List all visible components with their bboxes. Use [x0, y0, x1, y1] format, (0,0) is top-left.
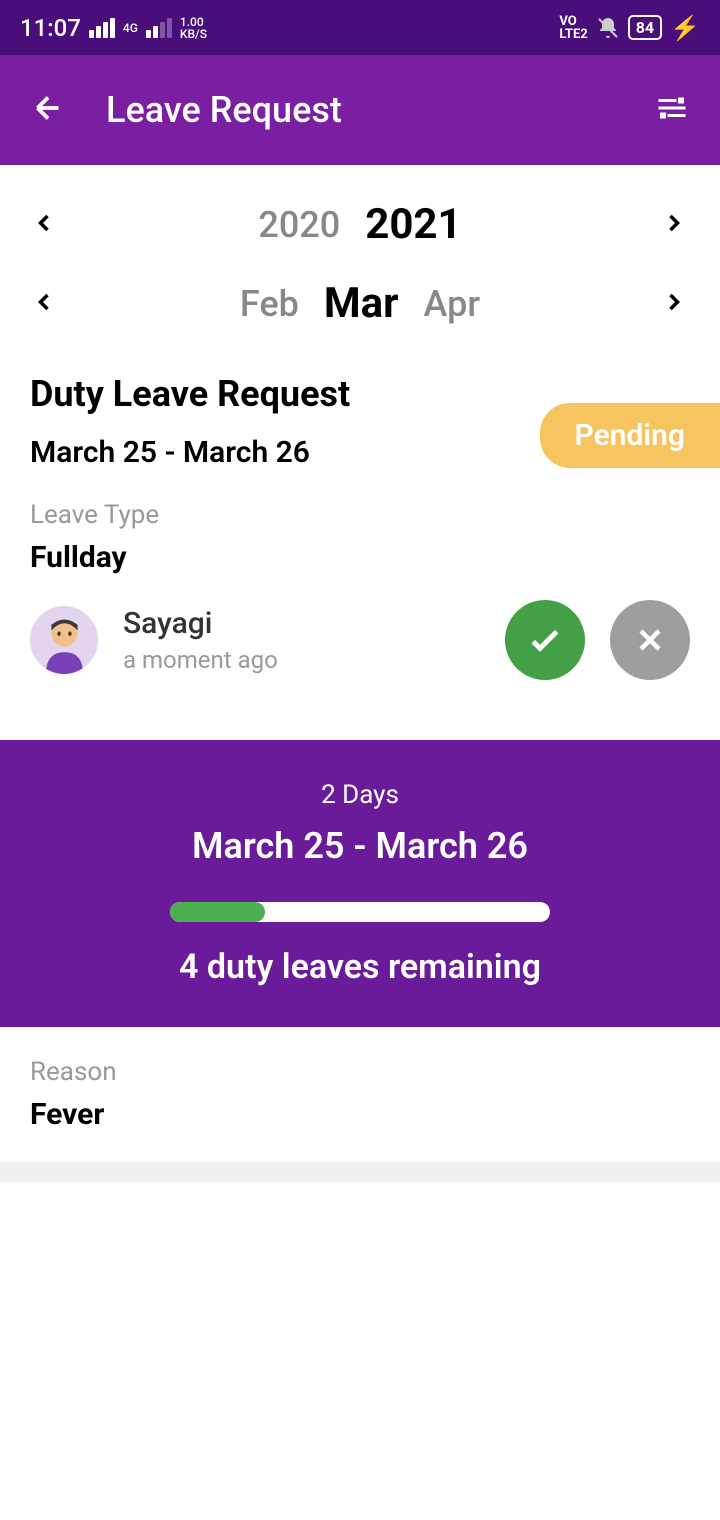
signal-icon-2 [146, 18, 172, 38]
status-bar: 11:07 4G 1.00 KB/S VOLTE2 84 ⚡ [0, 0, 720, 55]
leave-type-label: Leave Type [30, 500, 690, 530]
year-next-button[interactable] [660, 209, 690, 241]
summary-date-range: March 25 - March 26 [30, 825, 690, 867]
divider [0, 1162, 720, 1182]
requester-time: a moment ago [123, 646, 480, 674]
requester-name: Sayagi [123, 606, 480, 641]
data-speed: 1.00 KB/S [180, 16, 207, 40]
signal-icon [89, 18, 115, 38]
month-previous[interactable]: Feb [240, 283, 299, 325]
requester-row: Sayagi a moment ago [30, 600, 690, 680]
year-current: 2021 [365, 200, 461, 249]
leave-progress-bar [170, 902, 550, 922]
charging-icon: ⚡ [670, 14, 700, 42]
year-previous[interactable]: 2020 [258, 204, 340, 246]
month-current: Mar [324, 279, 399, 328]
leave-summary-card: 2 Days March 25 - March 26 4 duty leaves… [0, 740, 720, 1027]
app-bar: Leave Request [0, 55, 720, 165]
volte-indicator: VOLTE2 [559, 15, 587, 41]
mute-icon [596, 16, 620, 40]
avatar [30, 606, 98, 674]
leave-progress-fill [170, 902, 265, 922]
leave-request-card: Duty Leave Request Pending March 25 - Ma… [0, 373, 720, 710]
filter-button[interactable] [654, 90, 690, 130]
reason-value: Fever [30, 1097, 690, 1132]
battery-indicator: 84 [628, 15, 662, 40]
summary-remaining: 4 duty leaves remaining [30, 947, 690, 987]
reject-button[interactable] [610, 600, 690, 680]
reason-label: Reason [30, 1057, 690, 1087]
summary-days: 2 Days [30, 780, 690, 810]
status-badge: Pending [540, 403, 720, 468]
year-prev-button[interactable] [30, 209, 60, 241]
month-next[interactable]: Apr [424, 283, 481, 325]
leave-type-value: Fullday [30, 540, 690, 575]
network-type: 4G [123, 22, 138, 34]
page-title: Leave Request [106, 89, 654, 131]
status-time: 11:07 [20, 14, 81, 42]
reason-section: Reason Fever [0, 1027, 720, 1162]
back-button[interactable] [30, 90, 66, 130]
year-picker: 2020 2021 [30, 185, 690, 264]
month-picker: Feb Mar Apr [30, 264, 690, 343]
approve-button[interactable] [505, 600, 585, 680]
month-next-button[interactable] [660, 288, 690, 320]
month-prev-button[interactable] [30, 288, 60, 320]
